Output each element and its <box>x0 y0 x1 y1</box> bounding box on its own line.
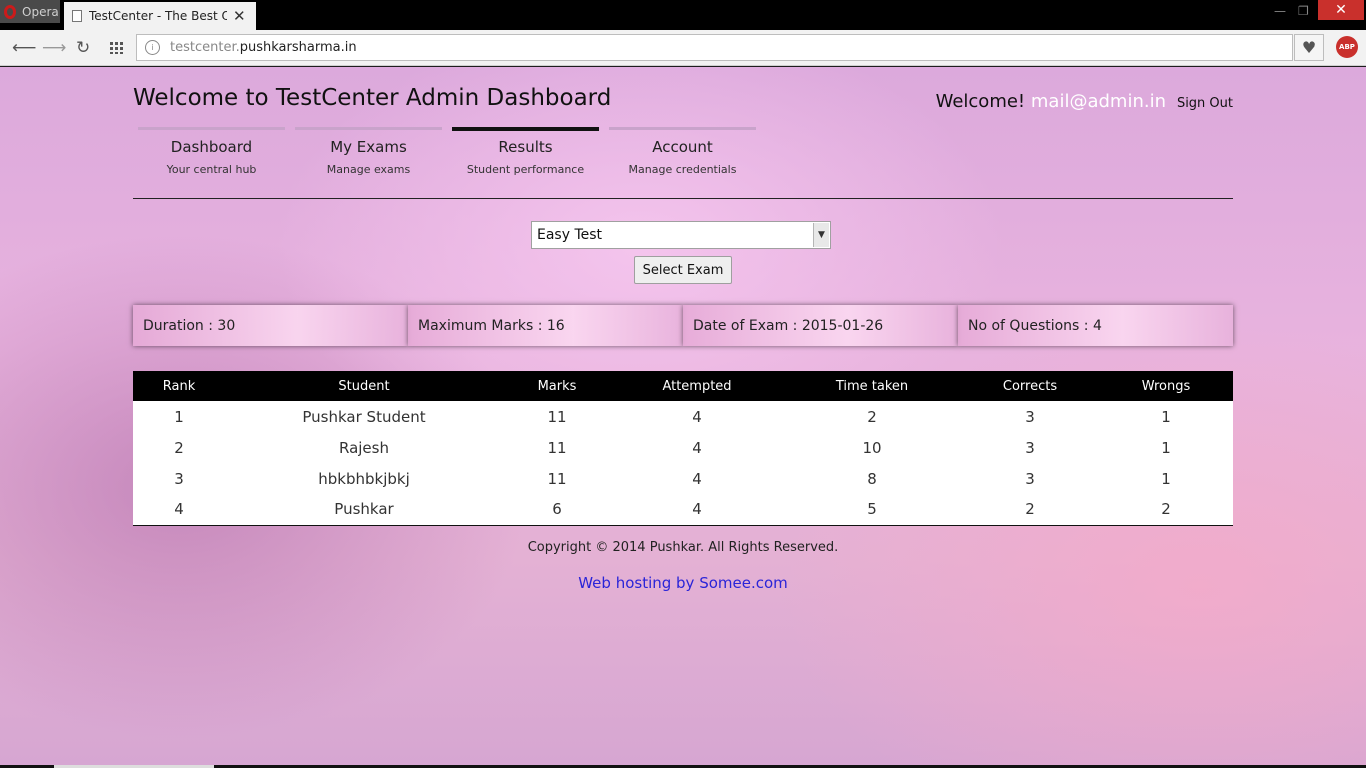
column-header: Corrects <box>961 371 1099 401</box>
table-cell: 1 <box>1161 407 1171 426</box>
table-cell: 2 <box>961 494 1099 526</box>
welcome-message: Welcome! mail@admin.in <box>936 91 1166 112</box>
table-cell: Pushkar Student <box>302 407 426 426</box>
stat-date-of-exam: Date of Exam : 2015-01-26 <box>683 305 958 346</box>
header-divider <box>133 198 1233 199</box>
column-header: Time taken <box>783 371 961 401</box>
opera-menu-label: Opera <box>22 4 59 19</box>
maximize-icon[interactable]: ❐ <box>1298 4 1309 18</box>
column-header: Rank <box>133 371 225 401</box>
url-text: testcenter.pushkarsharma.in <box>170 40 357 55</box>
browser-toolbar: ⟵ ⟶ ↻ i testcenter.pushkarsharma.in ♥ AB… <box>0 30 1366 66</box>
table-cell: 2 <box>174 438 184 457</box>
table-cell: 3 <box>1025 469 1035 488</box>
nav-label: My Exams <box>330 138 407 156</box>
url-domain: pushkarsharma.in <box>239 40 357 55</box>
tab-title: TestCenter - The Best Online <box>89 9 227 23</box>
table-cell: 1 <box>174 407 184 426</box>
exam-stats: Duration : 30 Maximum Marks : 16 Date of… <box>133 305 1233 346</box>
table-cell: 4 <box>611 494 783 526</box>
adblock-icon[interactable]: ABP <box>1336 36 1358 58</box>
stat-no-of-questions: No of Questions : 4 <box>958 305 1233 346</box>
table-cell: 11 <box>547 407 567 426</box>
table-cell: 4 <box>692 438 702 457</box>
table-cell: 2 <box>1099 494 1233 526</box>
results-header-row: Rank Student Marks Attempted Time taken … <box>133 371 1233 401</box>
browser-titlebar: Opera TestCenter - The Best Online ✕ — ❐… <box>0 0 1366 30</box>
url-prefix: testcenter. <box>170 40 240 55</box>
opera-menu-button[interactable]: Opera <box>0 0 60 23</box>
page-background: Welcome to TestCenter Admin Dashboard We… <box>0 67 1366 768</box>
table-cell: 3 <box>174 469 184 488</box>
table-cell: 3 <box>1025 438 1035 457</box>
nav-subtitle: Student performance <box>466 163 585 176</box>
copyright-text: Copyright © 2014 Pushkar. All Rights Res… <box>527 540 839 555</box>
user-email: mail@admin.in <box>1030 91 1166 112</box>
minimize-icon[interactable]: — <box>1274 4 1286 18</box>
table-cell: hbkbhbkjbkj <box>318 469 410 488</box>
stat-duration: Duration : 30 <box>133 305 408 346</box>
nav-subtitle: Your central hub <box>166 163 257 176</box>
table-cell: 3 <box>1025 407 1035 426</box>
nav-subtitle: Manage credentials <box>628 163 737 176</box>
tab-close-icon[interactable]: ✕ <box>233 7 246 25</box>
table-cell: 10 <box>862 438 882 457</box>
table-cell: 6 <box>503 494 611 526</box>
table-cell: 11 <box>547 469 567 488</box>
nav-item-results[interactable]: Results Student performance <box>452 127 599 176</box>
table-row: 4 Pushkar 6 4 5 2 2 <box>133 494 1233 526</box>
table-cell: 1 <box>1161 469 1171 488</box>
table-row: 2 Rajesh 11 4 10 3 1 <box>133 432 1233 463</box>
nav-item-dashboard[interactable]: Dashboard Your central hub <box>138 127 285 176</box>
table-cell: 1 <box>1161 438 1171 457</box>
browser-tab[interactable]: TestCenter - The Best Online ✕ <box>64 2 256 30</box>
table-cell: 4 <box>133 494 225 526</box>
nav-subtitle: Manage exams <box>326 163 411 176</box>
table-cell: Rajesh <box>338 438 389 457</box>
table-cell: Pushkar <box>225 494 503 526</box>
results-table: Rank Student Marks Attempted Time taken … <box>133 371 1233 526</box>
table-cell: 11 <box>547 438 567 457</box>
hosting-link[interactable]: Web hosting by Somee.com <box>133 574 1233 592</box>
site-info-icon[interactable]: i <box>145 40 160 55</box>
main-nav: Dashboard Your central hub My Exams Mana… <box>138 127 766 176</box>
table-cell: 2 <box>867 407 877 426</box>
column-header: Student <box>225 371 503 401</box>
page-title: Welcome to TestCenter Admin Dashboard <box>133 85 612 111</box>
select-exam-button[interactable]: Select Exam <box>634 256 732 284</box>
chevron-down-icon[interactable]: ▼ <box>813 223 829 247</box>
nav-label: Results <box>498 138 553 156</box>
sign-out-link[interactable]: Sign Out <box>1177 96 1233 111</box>
window-close-icon[interactable]: ✕ <box>1318 0 1364 20</box>
exam-select[interactable]: Easy Test ▼ <box>531 221 831 249</box>
reload-icon[interactable]: ↻ <box>76 38 90 58</box>
nav-label: Account <box>652 138 713 156</box>
welcome-text: Welcome! <box>935 91 1026 112</box>
nav-item-my-exams[interactable]: My Exams Manage exams <box>295 127 442 176</box>
table-cell: 5 <box>783 494 961 526</box>
table-cell: 4 <box>692 407 702 426</box>
opera-logo-icon <box>4 4 16 19</box>
column-header: Attempted <box>611 371 783 401</box>
forward-arrow-icon[interactable]: ⟶ <box>42 38 66 58</box>
table-cell: 8 <box>867 469 877 488</box>
nav-label: Dashboard <box>170 138 253 156</box>
speed-dial-icon[interactable] <box>110 42 123 54</box>
bookmark-heart-icon[interactable]: ♥ <box>1294 34 1324 61</box>
table-row: 1 Pushkar Student 11 4 2 3 1 <box>133 401 1233 432</box>
stat-maximum-marks: Maximum Marks : 16 <box>408 305 683 346</box>
exam-select-value: Easy Test <box>537 227 603 243</box>
nav-item-account[interactable]: Account Manage credentials <box>609 127 756 176</box>
table-row: 3 hbkbhbkjbkj 11 4 8 3 1 <box>133 463 1233 494</box>
column-header: Wrongs <box>1099 371 1233 401</box>
page-icon <box>72 10 82 22</box>
address-bar[interactable]: i testcenter.pushkarsharma.in <box>136 34 1293 61</box>
column-header: Marks <box>503 371 611 401</box>
back-arrow-icon[interactable]: ⟵ <box>12 38 36 58</box>
table-cell: 4 <box>692 469 702 488</box>
